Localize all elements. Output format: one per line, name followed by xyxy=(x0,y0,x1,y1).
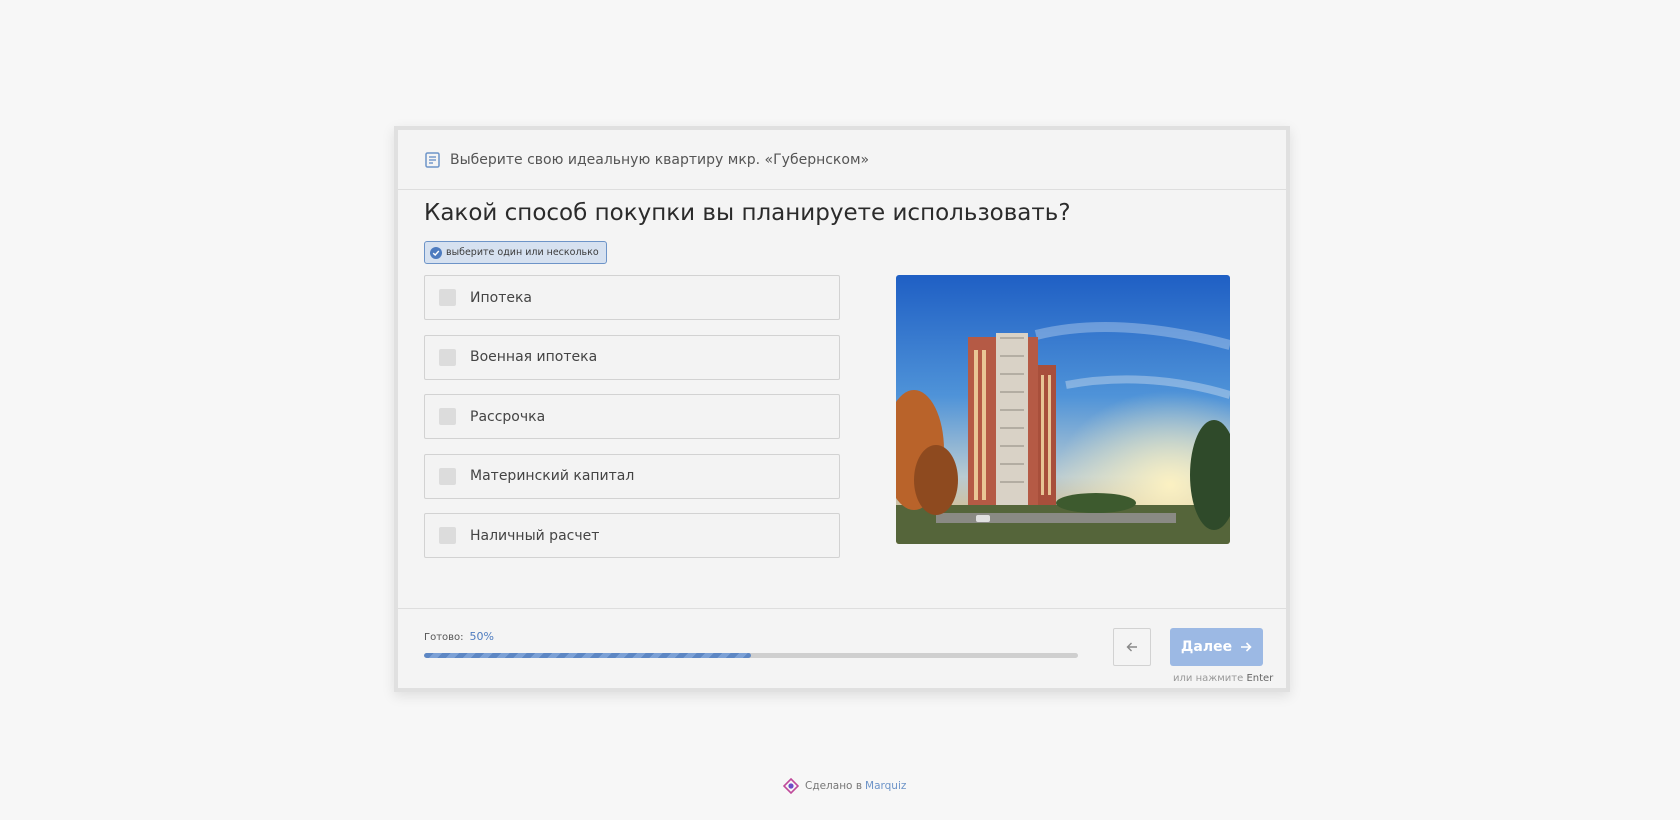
form-list-icon xyxy=(424,151,442,169)
option-label: Материнский капитал xyxy=(470,468,635,484)
checkbox[interactable] xyxy=(439,348,456,366)
checkmark-circle-icon xyxy=(430,246,442,259)
enter-key-hint: или нажмите Enter xyxy=(1173,673,1273,684)
enter-hint-key: Enter xyxy=(1246,673,1274,684)
quiz-footer: Готово: 50% Далее или нажмите Enter xyxy=(398,608,1286,692)
option-label: Военная ипотека xyxy=(470,349,598,365)
arrow-left-icon xyxy=(1126,641,1138,653)
marquiz-logo-icon xyxy=(783,778,799,794)
arrow-right-icon xyxy=(1240,641,1252,653)
quiz-card: Выберите свою идеальную квартиру мкр. «Г… xyxy=(394,126,1290,692)
enter-hint-prefix: или нажмите xyxy=(1173,673,1244,684)
made-by-footer: Сделано в Marquiz xyxy=(783,778,906,794)
next-button[interactable]: Далее xyxy=(1170,628,1263,666)
progress-bar xyxy=(424,653,1078,658)
quiz-header: Выберите свою идеальную квартиру мкр. «Г… xyxy=(398,130,1286,190)
back-button[interactable] xyxy=(1113,628,1151,666)
checkbox[interactable] xyxy=(439,408,456,425)
multi-select-hint-badge: выберите один или несколько xyxy=(424,241,607,264)
option-cash[interactable]: Наличный расчет xyxy=(424,513,840,558)
option-military-mortgage[interactable]: Военная ипотека xyxy=(424,334,840,380)
building-photo xyxy=(896,275,1230,544)
answer-options: Ипотека Военная ипотека Рассрочка Матери… xyxy=(424,275,840,573)
quiz-title: Выберите свою идеальную квартиру мкр. «Г… xyxy=(450,151,870,168)
option-label: Рассрочка xyxy=(470,408,546,425)
question-title: Какой способ покупки вы планируете испол… xyxy=(424,200,1071,226)
option-label: Наличный расчет xyxy=(470,527,600,544)
progress-bar-fill xyxy=(424,653,751,658)
marquiz-link[interactable]: Marquiz xyxy=(865,780,906,792)
made-by-text: Сделано в xyxy=(805,780,863,792)
hint-text: выберите один или несколько xyxy=(446,247,599,258)
checkbox[interactable] xyxy=(439,527,456,544)
option-label: Ипотека xyxy=(470,289,532,306)
option-installment[interactable]: Рассрочка xyxy=(424,394,840,439)
progress-label: Готово: 50% xyxy=(424,630,494,643)
progress-percent: 50% xyxy=(469,630,494,643)
next-button-label: Далее xyxy=(1180,639,1233,655)
option-ipoteka[interactable]: Ипотека xyxy=(424,275,840,320)
progress-label-text: Готово: xyxy=(424,632,464,643)
checkbox[interactable] xyxy=(439,467,456,485)
checkbox[interactable] xyxy=(439,289,456,306)
option-maternity-capital[interactable]: Материнский капитал xyxy=(424,453,840,499)
